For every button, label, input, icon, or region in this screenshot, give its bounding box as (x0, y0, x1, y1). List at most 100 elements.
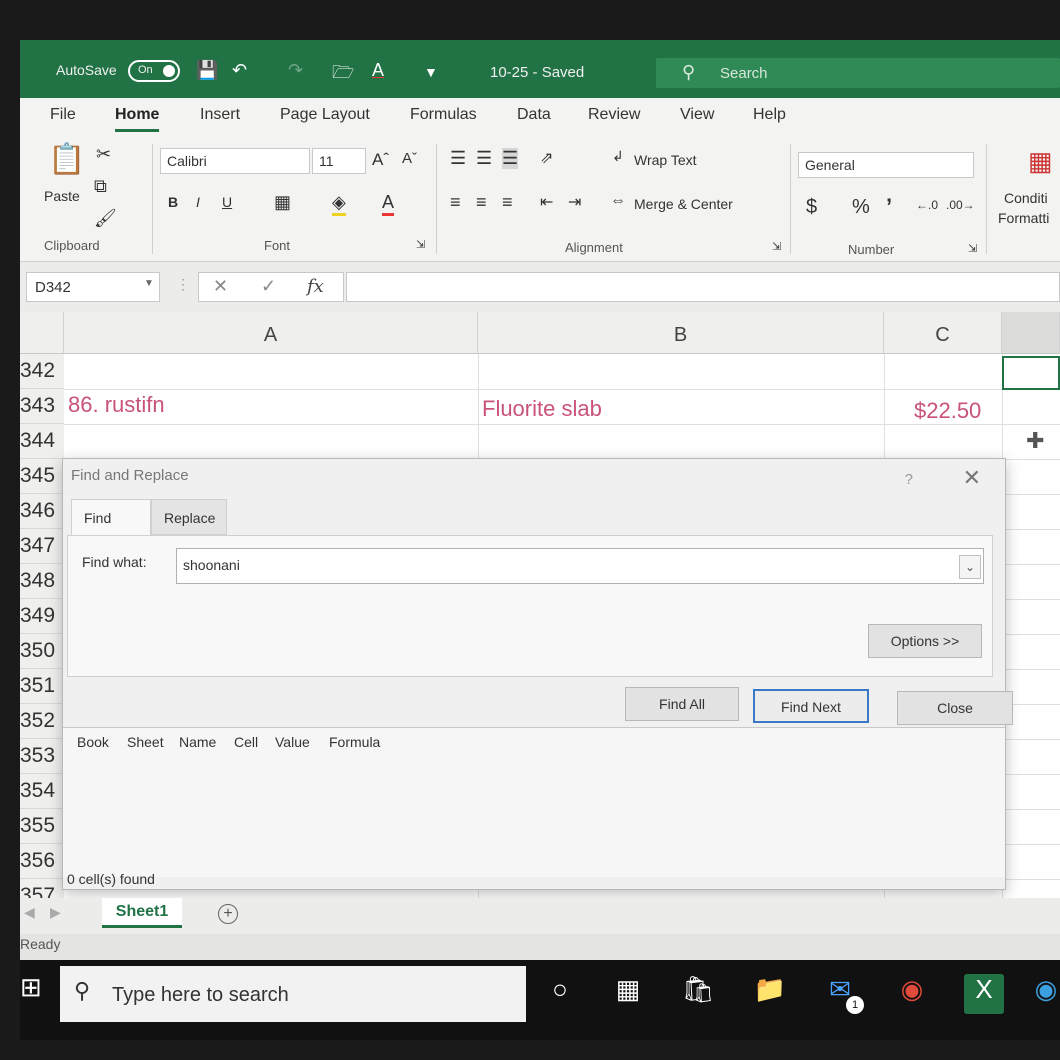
merge-center-icon[interactable]: ⇔ (610, 192, 626, 210)
cell-a343[interactable]: 86. rustifn (68, 392, 165, 418)
tab-formulas[interactable]: Formulas (410, 106, 477, 124)
tab-view[interactable]: View (680, 106, 714, 124)
options-button[interactable]: Options >> (868, 624, 982, 658)
results-column-book[interactable]: Book (77, 734, 109, 750)
column-header-a[interactable]: A (64, 312, 478, 354)
column-header-b[interactable]: B (478, 312, 884, 354)
row-header[interactable]: 353 (20, 739, 64, 774)
increase-font-icon[interactable]: Aˆ (372, 150, 389, 170)
document-title[interactable]: 10-25 - Saved (490, 64, 584, 81)
results-column-sheet[interactable]: Sheet (127, 734, 164, 750)
sheet-next-icon[interactable]: ▶ (50, 904, 61, 921)
redo-icon[interactable]: ↷ (288, 60, 303, 81)
task-view-icon[interactable]: ▦ (608, 974, 648, 1014)
select-all-corner[interactable] (20, 312, 64, 354)
row-header[interactable]: 348 (20, 564, 64, 599)
row-header[interactable]: 350 (20, 634, 64, 669)
orientation-icon[interactable]: ⇗ (540, 148, 553, 168)
results-column-name[interactable]: Name (179, 734, 216, 750)
results-column-value[interactable]: Value (275, 734, 310, 750)
number-dialog-launcher-icon[interactable]: ⇲ (968, 242, 977, 255)
row-header[interactable]: 343 (20, 389, 64, 424)
decrease-indent-icon[interactable]: ⇤ (540, 192, 553, 212)
formula-input[interactable] (346, 272, 1060, 302)
comma-style-button[interactable]: ’ (886, 194, 892, 220)
results-column-cell[interactable]: Cell (234, 734, 258, 750)
wrap-text-icon[interactable]: ↲ (612, 148, 624, 165)
alignment-dialog-launcher-icon[interactable]: ⇲ (772, 240, 781, 253)
cortana-icon[interactable]: ○ (540, 974, 580, 1014)
cut-icon[interactable]: ✂ (96, 144, 111, 165)
column-header-d[interactable] (1002, 312, 1060, 354)
decrease-decimal-icon[interactable]: .00→ (946, 198, 975, 212)
tab-file[interactable]: File (50, 106, 76, 124)
underline-button[interactable]: U (222, 194, 232, 210)
close-button[interactable]: Close (897, 691, 1013, 725)
tab-replace[interactable]: Replace (151, 499, 227, 535)
currency-button[interactable]: $ (806, 196, 817, 219)
align-center-icon[interactable]: ≡ (476, 192, 487, 213)
edge-icon[interactable]: ◉ (1026, 974, 1060, 1014)
row-header[interactable]: 345 (20, 459, 64, 494)
excel-icon[interactable]: X (964, 974, 1004, 1014)
format-painter-icon[interactable]: 🖌 (94, 208, 117, 229)
font-color-icon[interactable]: A (382, 192, 395, 216)
cell-c343[interactable]: $22.50 (914, 398, 981, 424)
tab-help[interactable]: Help (753, 106, 786, 124)
undo-icon[interactable]: ↶ (232, 60, 247, 81)
taskbar-search[interactable]: ⚲ Type here to search (60, 966, 526, 1022)
results-column-formula[interactable]: Formula (329, 734, 380, 750)
merge-center-button[interactable]: Merge & Center (634, 196, 733, 212)
tab-find[interactable]: Find (71, 499, 151, 535)
find-all-button[interactable]: Find All (625, 687, 739, 721)
search-box[interactable]: ⚲ Search (656, 58, 1060, 88)
row-header[interactable]: 346 (20, 494, 64, 529)
find-next-button[interactable]: Find Next (753, 689, 869, 723)
save-icon[interactable]: 💾 (196, 60, 218, 81)
close-icon[interactable]: ✕ (963, 465, 981, 491)
borders-icon[interactable]: ▦ (274, 192, 291, 213)
tab-home[interactable]: Home (115, 106, 160, 132)
paste-button[interactable]: Paste (44, 188, 80, 204)
align-left-icon[interactable]: ≡ (450, 192, 461, 213)
insert-function-icon[interactable]: fx (307, 276, 324, 297)
row-header[interactable]: 355 (20, 809, 64, 844)
add-sheet-icon[interactable]: + (218, 904, 238, 924)
sheet-prev-icon[interactable]: ◀ (24, 904, 35, 921)
chrome-icon[interactable]: ◉ (892, 974, 932, 1014)
decrease-font-icon[interactable]: Aˇ (402, 150, 417, 167)
cell-b343[interactable]: Fluorite slab (482, 396, 602, 422)
chevron-down-icon[interactable]: ⌄ (959, 555, 981, 579)
conditional-formatting-icon[interactable]: ▦ (1028, 146, 1053, 177)
file-explorer-icon[interactable]: 📁 (750, 974, 790, 1014)
active-cell-d342[interactable] (1002, 356, 1060, 390)
store-icon[interactable]: 🛍 (678, 974, 718, 1014)
font-color-quick-icon[interactable]: A (372, 60, 384, 81)
tab-insert[interactable]: Insert (200, 106, 240, 124)
results-list[interactable]: Book Sheet Name Cell Value Formula (63, 727, 1005, 877)
name-box[interactable]: D342 (26, 272, 160, 302)
customize-qat-icon[interactable]: ▼ (424, 64, 438, 80)
row-header[interactable]: 344 (20, 424, 64, 459)
increase-decimal-icon[interactable]: ←.0 (916, 198, 938, 212)
name-box-dropdown-icon[interactable]: ▼ (144, 278, 154, 289)
cancel-icon[interactable]: ✕ (213, 276, 228, 297)
row-header[interactable]: 354 (20, 774, 64, 809)
row-header[interactable]: 351 (20, 669, 64, 704)
autosave-toggle[interactable]: On (128, 60, 180, 82)
conditional-formatting-line2[interactable]: Formatti (998, 210, 1049, 226)
tab-page-layout[interactable]: Page Layout (280, 106, 370, 124)
row-header[interactable]: 349 (20, 599, 64, 634)
enter-icon[interactable]: ✓ (261, 276, 276, 297)
align-top-icon[interactable]: ☰ (450, 148, 466, 169)
open-folder-icon[interactable]: 🗁 (332, 60, 354, 90)
fill-color-icon[interactable]: ◈ (332, 192, 346, 216)
wrap-text-button[interactable]: Wrap Text (634, 152, 697, 168)
help-icon[interactable]: ? (905, 471, 913, 488)
find-what-input[interactable]: shoonani ⌄ (176, 548, 984, 584)
number-format-combo[interactable]: General (798, 152, 974, 178)
bold-button[interactable]: B (168, 194, 178, 210)
windows-start-icon[interactable]: ⊞ (20, 960, 60, 1020)
copy-icon[interactable]: ⧉ (94, 176, 107, 197)
sheet-tab[interactable]: Sheet1 (102, 898, 182, 928)
